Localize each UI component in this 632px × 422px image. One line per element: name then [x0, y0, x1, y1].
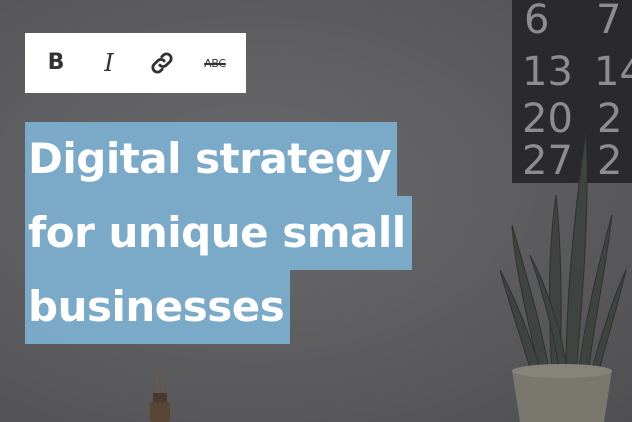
heading-line: businesses: [25, 270, 505, 344]
diffuser-bottle: [150, 367, 170, 422]
calendar-number: 2: [597, 138, 622, 184]
strikethrough-button[interactable]: ABC: [193, 33, 237, 93]
hero-background: 6 7 13 14 20 2 27 2: [0, 0, 632, 422]
calendar-poster: 6 7 13 14 20 2 27 2: [512, 0, 632, 184]
heading-line: for unique small: [25, 196, 505, 270]
calendar-number: 6: [524, 0, 549, 43]
heading-line: Digital strategy: [25, 122, 505, 196]
hero-heading[interactable]: Digital strategy for unique small busine…: [25, 122, 505, 344]
bold-button[interactable]: B: [34, 33, 78, 93]
calendar-number: 2: [597, 96, 622, 142]
calendar-number: 7: [596, 0, 621, 43]
bold-icon: B: [47, 50, 65, 75]
calendar-number: 14: [594, 49, 632, 95]
italic-icon: I: [104, 49, 114, 77]
selected-text[interactable]: businesses: [25, 270, 291, 344]
link-button[interactable]: [140, 33, 184, 93]
calendar-number: 20: [522, 96, 573, 142]
selected-text[interactable]: Digital strategy: [25, 122, 398, 196]
strikethrough-icon: ABC: [204, 56, 226, 70]
link-icon: [151, 52, 173, 74]
calendar-number: 13: [522, 49, 573, 95]
formatting-toolbar: B I ABC: [25, 33, 246, 93]
italic-button[interactable]: I: [87, 33, 131, 93]
selected-text[interactable]: for unique small: [25, 196, 412, 270]
calendar-number: 27: [522, 138, 573, 184]
